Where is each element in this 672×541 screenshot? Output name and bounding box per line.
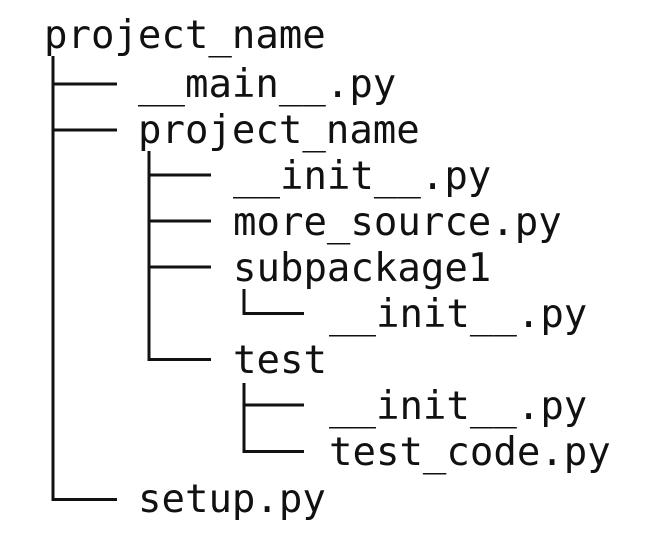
node-label-test-code: test_code.py	[329, 430, 611, 475]
node-label-main: __main__.py	[138, 62, 396, 107]
file-tree-diagram: project_name __main__.py project_name __…	[44, 13, 611, 522]
node-label-sub-init: __init__.py	[329, 292, 587, 337]
node-label-root: project_name	[44, 13, 326, 58]
tree-labels: project_name __main__.py project_name __…	[44, 13, 611, 522]
node-label-test: test	[233, 338, 327, 383]
node-label-more-source: more_source.py	[233, 200, 562, 245]
node-label-test-init: __init__.py	[329, 384, 587, 429]
node-label-pkg: project_name	[138, 108, 420, 153]
node-label-setup: setup.py	[138, 477, 326, 522]
node-label-subpackage1: subpackage1	[233, 246, 491, 291]
node-label-pkg-init: __init__.py	[233, 154, 491, 199]
